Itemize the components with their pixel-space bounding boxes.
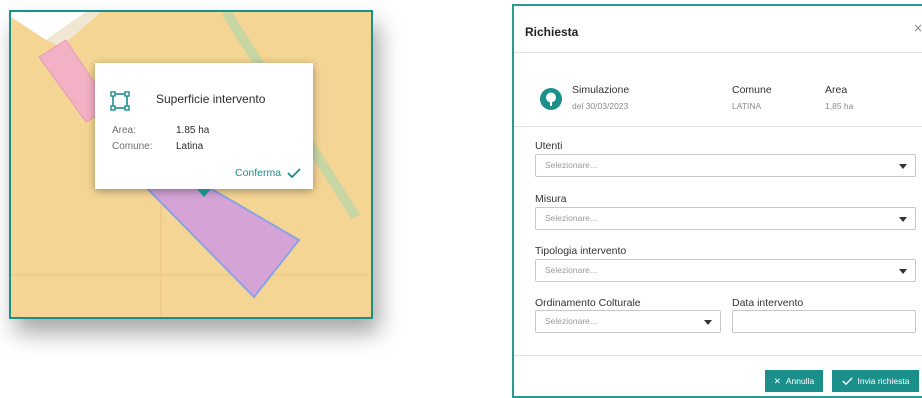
- header-divider: [514, 52, 922, 53]
- tipologia-placeholder: Selezionare...: [545, 265, 597, 275]
- check-icon: [287, 168, 301, 178]
- chevron-down-icon: [704, 320, 712, 325]
- popup-key-area: Area:: [112, 125, 136, 136]
- info-divider: [514, 126, 922, 127]
- utenti-placeholder: Selezionare...: [545, 160, 597, 170]
- invia-richiesta-label: Invia richiesta: [857, 376, 910, 386]
- popup-key-comune: Comune:: [112, 141, 153, 152]
- info-comune-value: LATINA: [732, 101, 762, 111]
- map-selected-parcel[interactable]: [128, 170, 301, 299]
- footer-divider: [514, 355, 922, 356]
- utenti-select[interactable]: Selezionare...: [535, 154, 916, 177]
- chevron-down-icon: [899, 164, 907, 169]
- info-area-value: 1,85 ha: [825, 101, 854, 111]
- info-comune-label: Comune: [732, 84, 772, 96]
- popup-value-area: 1.85 ha: [176, 125, 210, 136]
- ordinamento-select[interactable]: Selezionare...: [535, 310, 721, 333]
- tipologia-label: Tipologia intervento: [535, 245, 627, 257]
- utenti-label: Utenti: [535, 140, 563, 152]
- misura-placeholder: Selezionare...: [545, 213, 597, 223]
- misura-select[interactable]: Selezionare...: [535, 207, 916, 230]
- close-icon: ✕: [773, 375, 781, 386]
- info-area-label: Area: [825, 84, 848, 96]
- invia-richiesta-button[interactable]: Invia richiesta: [832, 370, 919, 392]
- map-view[interactable]: Superficie intervento Area: 1.85 ha Comu…: [9, 10, 373, 319]
- info-simulazione-label: Simulazione: [572, 84, 630, 96]
- chevron-down-icon: [899, 269, 907, 274]
- data-intervento-label: Data intervento: [732, 297, 804, 309]
- confirm-button[interactable]: Conferma: [235, 167, 301, 179]
- tree-icon: [540, 88, 562, 110]
- polygon-area-icon: [109, 90, 131, 112]
- data-intervento-input[interactable]: [732, 310, 916, 333]
- popup-title: Superficie intervento: [156, 92, 266, 106]
- parcel-popup: Superficie intervento Area: 1.85 ha Comu…: [95, 63, 313, 197]
- close-icon[interactable]: ×: [913, 21, 922, 35]
- misura-label: Misura: [535, 193, 567, 205]
- chevron-down-icon: [899, 217, 907, 222]
- annulla-button[interactable]: ✕ Annulla: [765, 370, 823, 392]
- popup-pointer: [197, 189, 211, 197]
- ordinamento-label: Ordinamento Colturale: [535, 297, 641, 309]
- annulla-label: Annulla: [785, 376, 815, 386]
- tipologia-select[interactable]: Selezionare...: [535, 259, 916, 282]
- info-simulazione-date: del 30/03/2023: [572, 101, 629, 111]
- ordinamento-placeholder: Selezionare...: [545, 316, 597, 326]
- check-icon: [841, 377, 853, 385]
- confirm-label: Conferma: [235, 167, 282, 179]
- popup-value-comune: Latina: [176, 141, 204, 152]
- request-dialog: Richiesta × Simulazione del 30/03/2023 C…: [512, 4, 922, 398]
- dialog-title: Richiesta: [525, 25, 579, 39]
